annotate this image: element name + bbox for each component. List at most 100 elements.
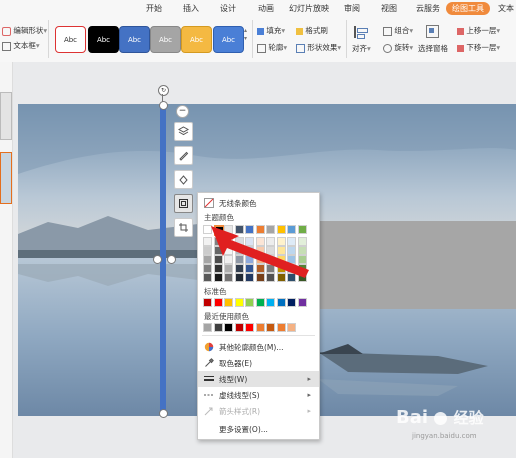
rotate-button[interactable]: 旋转▾ (383, 42, 413, 53)
standard-color-swatch[interactable] (203, 298, 212, 307)
standard-color-swatch[interactable] (213, 298, 223, 307)
standard-color-swatch[interactable] (255, 298, 265, 307)
submenu-arrow-icon: ▸ (307, 375, 311, 383)
style-swatch-3[interactable]: Abc (119, 26, 150, 53)
resize-handle-top[interactable] (159, 101, 168, 110)
outline-color-icon[interactable] (174, 194, 193, 213)
shape-effect-button[interactable]: 形状效果▾ (296, 42, 341, 53)
outline-button[interactable]: 轮廓▾ (257, 42, 287, 53)
combine-label: 组合 (394, 26, 410, 35)
style-swatch-1[interactable]: Abc (55, 26, 86, 53)
select-pane-button[interactable]: 选择窗格 (418, 43, 448, 54)
recent-color-swatch[interactable] (203, 323, 212, 332)
gray-shape[interactable] (315, 221, 516, 309)
slide-thumbnail-selected[interactable] (0, 152, 12, 204)
layers-icon[interactable] (174, 122, 193, 141)
edit-shape-button[interactable]: 编辑形状▾ (2, 25, 47, 36)
watermark-brand: Bai 经验 (396, 407, 484, 428)
style-swatch-6[interactable]: Abc (213, 26, 244, 53)
no-line-label: 无线条颜色 (219, 198, 257, 208)
recent-color-swatch[interactable] (287, 323, 296, 332)
standard-color-swatch[interactable] (276, 298, 286, 307)
send-backward-icon (457, 44, 464, 52)
dash-type-label: 虚线线型(S) (219, 390, 260, 400)
color-wheel-icon (204, 342, 214, 352)
select-pane-label: 选择窗格 (418, 44, 448, 53)
bring-forward-icon (457, 27, 464, 35)
standard-color-swatch[interactable] (224, 298, 233, 307)
style-swatch-4[interactable]: Abc (150, 26, 181, 53)
no-line-icon (204, 198, 214, 208)
recent-color-swatch[interactable] (245, 323, 254, 332)
arrow-style-icon (204, 407, 213, 416)
arrow-style-item: 箭头样式(R) ▸ (198, 403, 319, 419)
standard-color-swatch[interactable] (245, 298, 254, 307)
standard-color-swatch[interactable] (297, 298, 307, 307)
no-line-color-item[interactable]: 无线条颜色 (198, 195, 319, 211)
more-outline-colors-item[interactable]: 其他轮廓颜色(M)... (198, 339, 319, 355)
combine-icon (383, 26, 392, 36)
tab-view[interactable]: 视图 (381, 3, 397, 14)
align-icon (352, 24, 368, 39)
bring-forward-button[interactable]: 上移一层▾ (457, 25, 500, 36)
bring-forward-label: 上移一层 (466, 26, 497, 35)
tab-start[interactable]: 开始 (146, 3, 162, 14)
collapse-icon[interactable]: − (176, 105, 189, 118)
resize-handle-bottom[interactable] (159, 409, 168, 418)
rotate-label: 旋转 (394, 43, 410, 52)
tab-text[interactable]: 文本 (498, 3, 514, 14)
submenu-arrow-icon: ▸ (307, 391, 311, 399)
eyedropper-item[interactable]: 取色器(E) (198, 355, 319, 371)
format-brush-button[interactable]: 格式刷 (296, 25, 328, 36)
dash-type-item[interactable]: 虚线线型(S) ▸ (198, 387, 319, 403)
more-settings-item[interactable]: 更多设置(O)... (198, 421, 319, 437)
divider (252, 20, 253, 58)
tab-slideshow[interactable]: 幻灯片放映 (289, 3, 329, 14)
standard-color-swatch[interactable] (287, 298, 296, 307)
recent-color-swatch[interactable] (276, 323, 286, 332)
tab-cloud[interactable]: 云服务 (416, 3, 440, 14)
more-settings-label: 更多设置(O)... (219, 424, 268, 434)
combine-button[interactable]: 组合▾ (383, 25, 413, 36)
watermark-brand-text: Bai (396, 407, 429, 428)
text-box-button[interactable]: 文本框▾ (2, 40, 40, 51)
shape-effect-icon (296, 43, 305, 53)
fill-button[interactable]: 填充▾ (257, 25, 285, 36)
more-colors-label: 其他轮廓颜色(M)... (219, 342, 284, 352)
recent-color-swatch[interactable] (234, 323, 244, 332)
resize-handle-left[interactable] (153, 255, 162, 264)
pen-icon[interactable] (174, 146, 193, 165)
slide-thumbnail[interactable] (0, 92, 12, 140)
resize-handle-right[interactable] (167, 255, 176, 264)
rotate-handle-stem (162, 94, 163, 102)
tab-review[interactable]: 审阅 (344, 3, 360, 14)
rotate-handle-icon[interactable]: ↻ (158, 85, 169, 96)
recent-color-swatch[interactable] (224, 323, 233, 332)
dash-line-icon (204, 394, 214, 396)
standard-colors-title: 标准色 (204, 287, 227, 296)
recent-colors-title: 最近使用颜色 (204, 312, 249, 321)
standard-color-swatch[interactable] (234, 298, 244, 307)
shape-fill-icon[interactable] (174, 170, 193, 189)
tab-design[interactable]: 设计 (220, 3, 236, 14)
align-button[interactable]: 对齐▾ (352, 43, 371, 54)
gallery-scroll[interactable]: ▴ ▾ (244, 27, 247, 43)
style-swatch-2[interactable]: Abc (88, 26, 119, 53)
crop-icon[interactable] (174, 218, 193, 237)
edit-shape-icon (2, 26, 11, 36)
style-swatch-5[interactable]: Abc (181, 26, 212, 53)
watermark-logo-text: 经验 (453, 409, 484, 427)
recent-color-swatch[interactable] (266, 323, 275, 332)
submenu-arrow-icon: ▸ (307, 407, 311, 415)
tab-drawing-tools[interactable]: 绘图工具 (446, 2, 490, 15)
line-type-item[interactable]: 线型(W) ▸ (198, 371, 319, 387)
tab-insert[interactable]: 插入 (183, 3, 199, 14)
recent-color-swatch[interactable] (255, 323, 265, 332)
eyedropper-icon (205, 358, 214, 367)
format-brush-label: 格式刷 (305, 26, 328, 35)
ribbon: 开始 插入 设计 动画 幻灯片放映 审阅 视图 云服务 绘图工具 文本 编辑形状… (0, 0, 516, 63)
send-backward-button[interactable]: 下移一层▾ (457, 42, 500, 53)
recent-color-swatch[interactable] (213, 323, 223, 332)
standard-color-swatch[interactable] (266, 298, 275, 307)
tab-animation[interactable]: 动画 (258, 3, 274, 14)
